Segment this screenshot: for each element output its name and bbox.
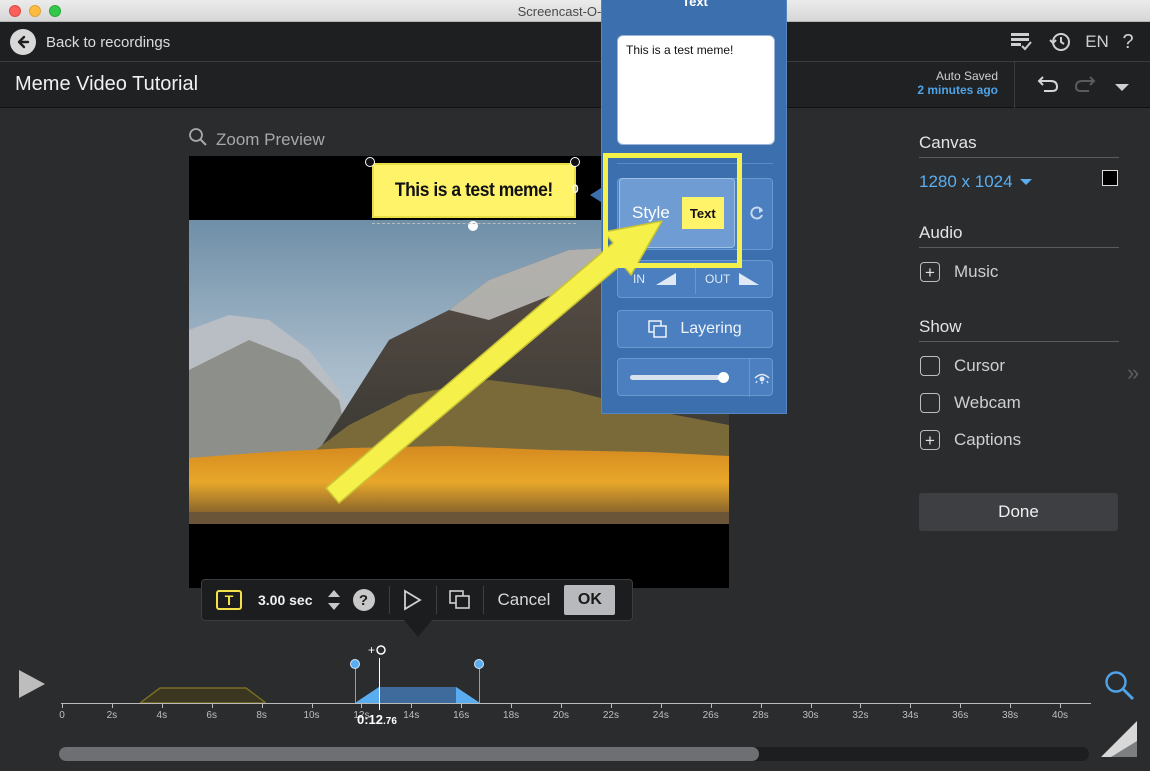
timeline-tick (710, 703, 712, 708)
timeline-tick (760, 703, 762, 708)
annotation-highlight-box (603, 153, 742, 268)
timeline-tick (910, 703, 912, 708)
timeline-tick (211, 703, 213, 708)
timeline-tick (561, 703, 562, 708)
timeline-tick (511, 703, 513, 708)
timeline-tick (311, 703, 313, 708)
timeline-tick-label: 8s (256, 710, 267, 721)
timeline-tick-label: 18s (503, 710, 520, 721)
timeline-tick-label: 24s (652, 710, 669, 721)
clip-end-handle[interactable] (474, 659, 484, 669)
timeline-zoom-magnifier-icon[interactable] (1103, 669, 1135, 706)
marker-circle-icon (376, 645, 386, 655)
timeline-tick-label: 26s (702, 710, 719, 721)
timeline-tick-label: 14s (403, 710, 420, 721)
timeline-tick-label: 4s (156, 710, 168, 721)
existing-overlay-clip[interactable] (140, 687, 266, 703)
timeline-tick (111, 703, 113, 708)
annotation-arrow (325, 220, 663, 504)
timeline-tick (610, 703, 612, 708)
timeline-tick-label: 2s (106, 710, 118, 721)
timeline-tick-label: 28s (752, 710, 769, 721)
timeline-tick-label: 34s (902, 710, 919, 721)
timeline-tick-label: 6s (206, 710, 217, 721)
playhead-time: 0:12.76 (357, 712, 397, 727)
timeline-tick (1060, 703, 1061, 708)
timeline-scrollbar-thumb[interactable] (59, 747, 759, 761)
timeline-tick-label: 0 (59, 710, 65, 721)
clip-start-handle[interactable] (350, 659, 360, 669)
volume-ramp-icon[interactable] (1099, 719, 1139, 764)
timeline-tick (62, 703, 63, 708)
timeline-play-button[interactable] (19, 670, 45, 698)
add-marker-button[interactable]: + (368, 643, 386, 657)
timeline-tick (1010, 703, 1012, 708)
plus-label: + (368, 643, 376, 657)
timeline-tick (660, 703, 662, 708)
timeline-tick-label: 22s (602, 710, 619, 721)
timeline-tick (860, 703, 862, 708)
timeline-tick (361, 703, 363, 708)
timeline-tick-label: 20s (552, 710, 570, 721)
timeline-tick (461, 703, 463, 708)
timeline-tick-label: 38s (1002, 710, 1019, 721)
selected-text-clip[interactable] (355, 686, 480, 703)
timeline-axis (61, 703, 1091, 704)
playhead[interactable] (379, 658, 380, 710)
timeline-tick-label: 30s (802, 710, 819, 721)
timeline-tick-label: 10s (303, 710, 320, 721)
timeline-tick-label: 40s (1051, 710, 1069, 721)
playhead-time-fraction: .76 (383, 716, 397, 727)
clip-end-line (479, 664, 480, 704)
timeline-tick-label: 32s (852, 710, 869, 721)
timeline-tick (161, 703, 163, 708)
clip-start-line (355, 664, 356, 704)
timeline-tick (810, 703, 812, 708)
timeline-tick (261, 703, 263, 708)
timeline-tick-label: 16s (453, 710, 470, 721)
timeline-tick (960, 703, 962, 708)
playhead-time-main: 0:12 (357, 712, 384, 727)
timeline-tick-label: 36s (952, 710, 969, 721)
timeline-tick (411, 703, 413, 708)
